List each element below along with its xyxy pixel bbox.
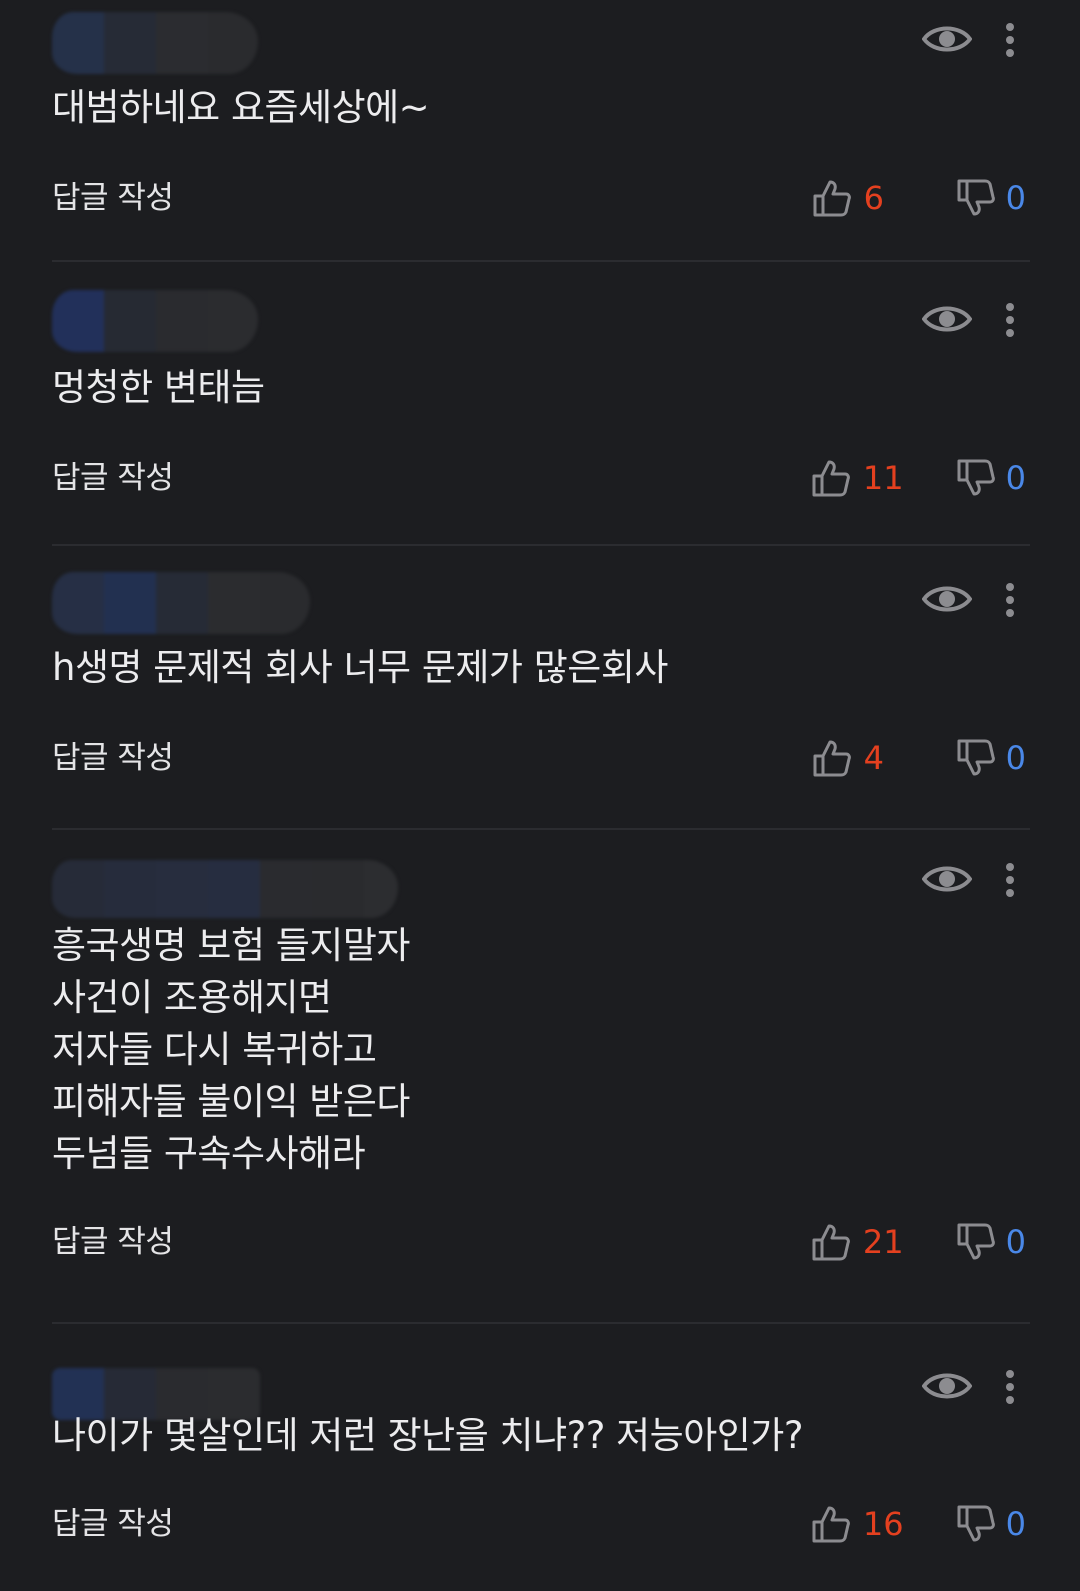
like-button[interactable]: 21	[811, 1222, 904, 1262]
like-count: 11	[862, 459, 904, 497]
thumbs-down-icon	[957, 1505, 995, 1542]
thumbs-up-icon	[813, 740, 851, 777]
thumbs-up-icon	[812, 1224, 850, 1261]
reply-button[interactable]: 답글 작성	[52, 738, 174, 778]
vote-actions: 11 0	[811, 456, 1026, 500]
dislike-count: 0	[1005, 179, 1026, 217]
thumbs-down-icon	[957, 1223, 995, 1260]
comment-item: 멍청한 변태늠 답글 작성 11 0	[52, 280, 1030, 538]
reply-button[interactable]: 답글 작성	[52, 1504, 174, 1544]
vote-actions: 21 0	[811, 1220, 1026, 1264]
reply-button[interactable]: 답글 작성	[52, 178, 174, 218]
comment-item: 나이가 몇살인데 저런 장난을 치냐?? 저능아인가? 답글 작성 16 0	[52, 1340, 1030, 1590]
thumbs-up-icon	[813, 180, 851, 217]
comment-item: h생명 문제적 회사 너무 문제가 많은회사 답글 작성 4 0	[52, 560, 1030, 818]
dislike-button[interactable]: 0	[956, 178, 1026, 218]
like-count: 21	[862, 1223, 904, 1261]
like-button[interactable]: 4	[812, 738, 904, 778]
eye-icon[interactable]	[922, 1368, 972, 1404]
thumbs-down-icon	[957, 739, 995, 776]
vote-actions: 4 0	[812, 736, 1026, 780]
eye-icon[interactable]	[922, 21, 972, 57]
vote-actions: 16 0	[811, 1502, 1026, 1546]
eye-icon[interactable]	[922, 301, 972, 337]
more-vertical-icon[interactable]	[998, 300, 1022, 340]
more-vertical-icon[interactable]	[998, 860, 1022, 900]
dislike-button[interactable]: 0	[956, 458, 1026, 498]
dislike-count: 0	[1005, 459, 1026, 497]
reply-button[interactable]: 답글 작성	[52, 458, 174, 498]
blurred-username	[52, 290, 258, 352]
dislike-button[interactable]: 0	[956, 1222, 1026, 1262]
more-vertical-icon[interactable]	[998, 20, 1022, 60]
divider	[52, 1322, 1030, 1324]
more-vertical-icon[interactable]	[998, 580, 1022, 620]
blurred-username	[52, 572, 310, 634]
comment-text: 흥국생명 보험 들지말자 사건이 조용해지면 저자들 다시 복귀하고 피해자들 …	[52, 924, 410, 1175]
eye-icon[interactable]	[922, 861, 972, 897]
blurred-username	[52, 860, 398, 918]
dislike-button[interactable]: 0	[956, 1504, 1026, 1544]
like-count: 16	[862, 1505, 904, 1543]
comment-text: 나이가 몇살인데 저런 장난을 치냐?? 저능아인가?	[52, 1414, 803, 1457]
vote-actions: 6 0	[812, 176, 1026, 220]
comment-item: 대범하네요 요즘세상에~ 답글 작성 6 0	[52, 0, 1030, 258]
blurred-username	[52, 12, 258, 74]
thumbs-up-icon	[812, 460, 850, 497]
comment-text: h생명 문제적 회사 너무 문제가 많은회사	[52, 646, 668, 689]
comment-item: 흥국생명 보험 들지말자 사건이 조용해지면 저자들 다시 복귀하고 피해자들 …	[52, 840, 1030, 1320]
like-button[interactable]: 6	[812, 178, 904, 218]
like-button[interactable]: 16	[811, 1504, 904, 1544]
eye-icon[interactable]	[922, 581, 972, 617]
dislike-count: 0	[1005, 739, 1026, 777]
dislike-count: 0	[1005, 1505, 1026, 1543]
like-count: 4	[863, 739, 884, 777]
thumbs-down-icon	[957, 179, 995, 216]
divider	[52, 544, 1030, 546]
thumbs-down-icon	[957, 459, 995, 496]
thumbs-up-icon	[812, 1506, 850, 1543]
reply-button[interactable]: 답글 작성	[52, 1222, 174, 1262]
comment-text: 멍청한 변태늠	[52, 366, 265, 409]
divider	[52, 260, 1030, 262]
dislike-button[interactable]: 0	[956, 738, 1026, 778]
dislike-count: 0	[1005, 1223, 1026, 1261]
like-count: 6	[863, 179, 884, 217]
comment-text: 대범하네요 요즘세상에~	[52, 86, 430, 129]
divider	[52, 828, 1030, 830]
like-button[interactable]: 11	[811, 458, 904, 498]
more-vertical-icon[interactable]	[998, 1367, 1022, 1407]
